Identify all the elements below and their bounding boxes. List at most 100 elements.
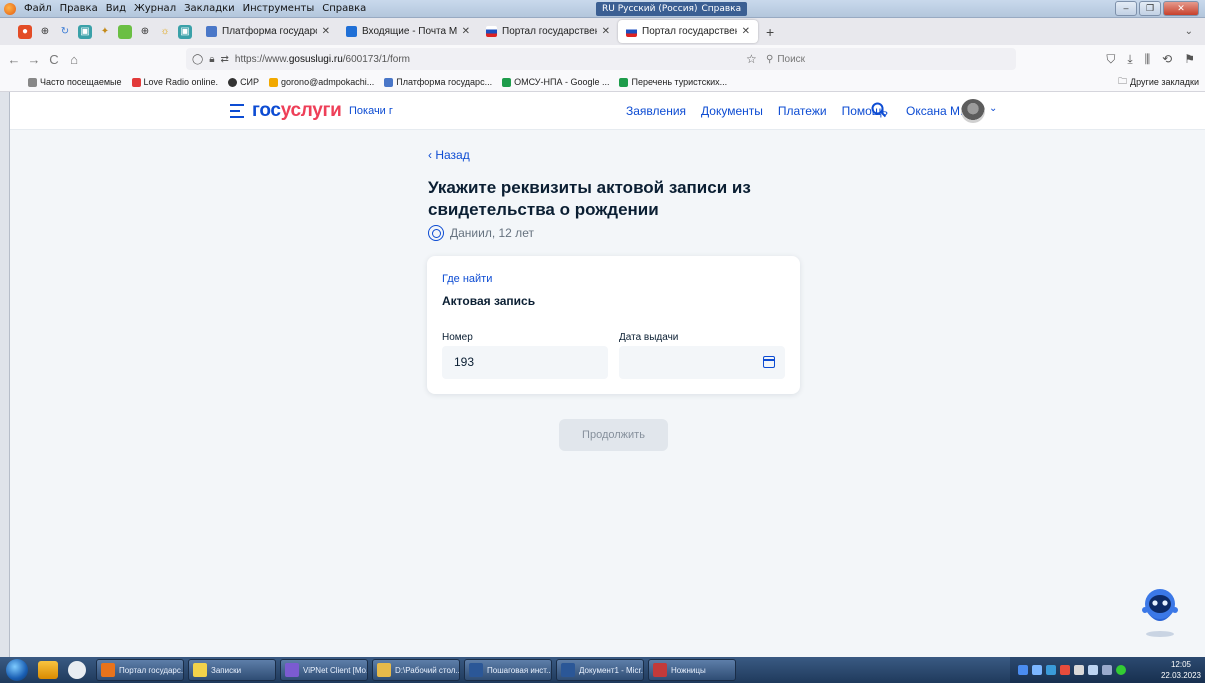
bookmark-item[interactable]: Love Radio online. (131, 77, 218, 87)
bookmark-item[interactable]: Перечень туристских... (619, 77, 727, 87)
taskbar-button[interactable]: Портал государс... (96, 659, 184, 681)
continue-button[interactable]: Продолжить (559, 419, 668, 451)
nav-payments[interactable]: Платежи (778, 104, 827, 118)
library-icon[interactable]: ⫼ (1145, 52, 1151, 67)
close-tab-icon[interactable]: ✕ (462, 26, 470, 37)
new-tab-button[interactable]: + (758, 24, 782, 40)
taskbar-button[interactable]: Ножницы (648, 659, 736, 681)
tray-icon[interactable] (1074, 665, 1084, 675)
calendar-icon[interactable] (763, 356, 775, 368)
user-name[interactable]: Оксана М. (906, 104, 963, 118)
restore-button[interactable]: ❐ (1139, 1, 1161, 16)
download-icon[interactable]: ⤓ (1127, 52, 1132, 67)
chevron-down-icon[interactable]: ⌄ (989, 103, 997, 114)
close-tab-icon[interactable]: ✕ (602, 26, 610, 37)
bird-icon[interactable]: ✦ (98, 25, 112, 39)
tray-icon[interactable] (1018, 665, 1028, 675)
search-icon[interactable] (871, 102, 887, 118)
loop-icon[interactable]: ↻ (58, 25, 72, 39)
child-info: Даниил, 12 лет (428, 225, 534, 241)
close-tab-icon[interactable]: ✕ (322, 26, 330, 37)
tray-icon[interactable] (1060, 665, 1070, 675)
menu-item[interactable]: Журнал (130, 3, 180, 14)
back-arrow-icon[interactable]: ← (4, 52, 24, 67)
extensions-icon[interactable]: ⚑ (1184, 52, 1195, 67)
search-icon: ⚲ (766, 53, 774, 65)
forward-arrow-icon[interactable]: → (24, 52, 44, 67)
menu-item[interactable]: Инструменты (239, 3, 319, 14)
menu-item[interactable]: Правка (56, 3, 102, 14)
close-window-button[interactable]: ✕ (1163, 1, 1199, 16)
taskbar-button[interactable]: Документ1 - Micr... (556, 659, 644, 681)
number-field[interactable]: 193 (442, 346, 608, 379)
taskbar-button[interactable]: Записки (188, 659, 276, 681)
app-icon[interactable]: ▣ (178, 24, 192, 39)
tab-platform[interactable]: Платформа государственны ✕ (198, 20, 338, 43)
avatar[interactable] (961, 99, 985, 123)
menu-item[interactable]: Файл (20, 3, 56, 14)
globe-icon[interactable]: ⊕ (38, 25, 52, 39)
globe-icon[interactable]: ⊕ (138, 25, 152, 39)
language-indicator[interactable]: RU Русский (Россия) Справка (596, 2, 748, 16)
app-icon[interactable]: ▣ (78, 24, 92, 39)
where-to-find-link[interactable]: Где найти (442, 273, 492, 285)
gosuslugi-logo[interactable]: госуслуги (252, 100, 342, 122)
nav-documents[interactable]: Документы (701, 104, 763, 118)
emblem-icon (384, 77, 394, 87)
reload-icon[interactable]: C (44, 52, 64, 67)
bookmark-label: gorono@admpokachi... (281, 77, 375, 87)
clock-date: 22.03.2023 (1160, 671, 1201, 680)
gear-icon (28, 77, 37, 87)
tray-icon[interactable] (1116, 665, 1126, 675)
tab-title: Входящие - Почта Mail.ru (362, 26, 457, 37)
clock[interactable]: 12:05 22.03.2023 (1161, 659, 1201, 681)
url-bar[interactable]: ◯ 🔒︎ ⇄ https://www.gosuslugi.ru/600173/1… (186, 48, 1016, 70)
sync-icon[interactable]: ⟲ (1162, 52, 1172, 67)
tray-icon[interactable] (1046, 665, 1056, 675)
emblem-icon (206, 26, 217, 37)
close-tab-icon[interactable]: ✕ (742, 26, 750, 37)
taskbar-button[interactable]: D:\Рабочий стол... (372, 659, 460, 681)
assistant-robot-icon[interactable] (1137, 582, 1183, 638)
taskbar-button[interactable]: Пошаговая инст... (464, 659, 552, 681)
date-field[interactable] (619, 346, 785, 379)
bookmark-item[interactable]: gorono@admpokachi... (269, 77, 374, 87)
tray-icon[interactable] (1102, 665, 1112, 675)
bookmark-item[interactable]: Платформа государс... (384, 77, 492, 87)
menu-item[interactable]: Вид (102, 3, 130, 14)
taskbar-button[interactable]: ViPNet Client [Mo... (280, 659, 368, 681)
nav-applications[interactable]: Заявления (626, 104, 686, 118)
tab-strip: ● ⊕ ↻ ▣ ✦ ⊕ ☼ ▣ Платформа государственны… (0, 18, 1205, 45)
start-button[interactable] (6, 659, 28, 681)
tab-gosuslugi-1[interactable]: Портал государственных услу ✕ (478, 20, 618, 43)
bookmark-item[interactable]: Часто посещаемые (28, 77, 122, 87)
pinned-tab-icon[interactable]: ● (18, 24, 32, 39)
menu-icon[interactable] (230, 104, 244, 122)
sun-icon[interactable]: ☼ (158, 25, 172, 39)
bookmark-star-icon[interactable]: ☆ (746, 52, 757, 66)
back-link[interactable]: ‹ Назад (428, 148, 470, 162)
tray-icon[interactable] (1032, 665, 1042, 675)
menu-item[interactable]: Справка (318, 3, 370, 14)
app-icon[interactable] (68, 661, 86, 679)
logo-part1: гос (252, 100, 281, 121)
app-icon[interactable] (38, 661, 58, 679)
minimize-button[interactable]: – (1115, 1, 1137, 16)
search-box[interactable]: ⚲ Поиск (766, 54, 805, 65)
menu-item[interactable]: Закладки (180, 3, 239, 14)
other-bookmarks[interactable]: 🗀 Другие закладки (1118, 74, 1199, 90)
tray-icon[interactable] (1088, 665, 1098, 675)
bookmark-item[interactable]: ОМСУ-НПА - Google ... (502, 77, 609, 87)
taskbar-label: ViPNet Client [Mo... (303, 665, 368, 675)
tab-gosuslugi-active[interactable]: Портал государственных услу ✕ (618, 20, 758, 43)
list-tabs-chevron-icon[interactable]: ⌄ (1185, 26, 1193, 37)
home-icon[interactable]: ⌂ (64, 52, 84, 67)
pocket-icon[interactable]: ⛉ (1106, 52, 1115, 67)
search-placeholder: Поиск (777, 53, 806, 65)
doc-icon[interactable] (118, 24, 132, 39)
bookmark-item[interactable]: СИР (228, 77, 259, 87)
taskbar-label: Пошаговая инст... (487, 665, 552, 675)
region-selector[interactable]: Покачи г (349, 105, 393, 117)
tab-mail[interactable]: Входящие - Почта Mail.ru ✕ (338, 20, 478, 43)
folder-icon: 🗀 (1118, 76, 1128, 86)
